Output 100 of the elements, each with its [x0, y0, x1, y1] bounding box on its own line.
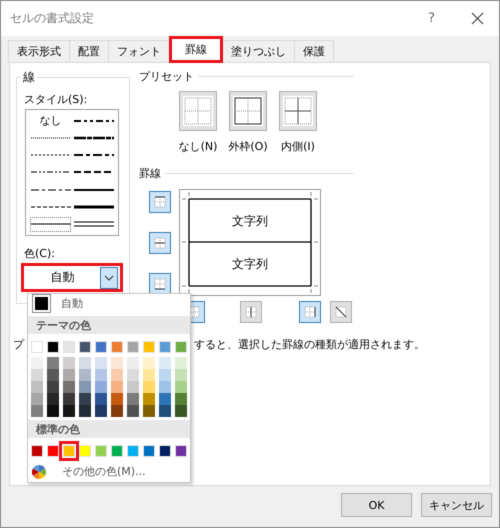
tab[interactable]: 表示形式 [8, 40, 70, 62]
color-swatch[interactable] [31, 405, 43, 417]
color-swatch[interactable] [175, 369, 187, 381]
color-swatch[interactable] [95, 393, 107, 405]
color-swatch[interactable] [47, 393, 59, 405]
color-swatch[interactable] [47, 341, 59, 353]
color-swatch[interactable] [111, 393, 123, 405]
chevron-down-icon[interactable] [100, 266, 118, 288]
line-style-option[interactable]: なし [29, 112, 72, 130]
color-swatch[interactable] [175, 357, 187, 369]
border-button[interactable] [330, 301, 352, 323]
color-swatch[interactable] [79, 445, 91, 457]
color-swatch[interactable] [47, 381, 59, 393]
color-swatch[interactable] [159, 445, 171, 457]
color-swatch[interactable] [79, 369, 91, 381]
color-swatch[interactable] [127, 405, 139, 417]
close-icon[interactable] [471, 12, 484, 25]
color-swatch[interactable] [159, 341, 171, 353]
color-swatch[interactable] [95, 445, 107, 457]
color-swatch[interactable] [127, 357, 139, 369]
border-button[interactable] [240, 301, 262, 323]
color-swatch[interactable] [175, 381, 187, 393]
color-swatch[interactable] [159, 381, 171, 393]
color-swatch[interactable] [111, 357, 123, 369]
color-swatch[interactable] [127, 393, 139, 405]
color-swatch[interactable] [63, 393, 75, 405]
color-wheel-icon [32, 464, 46, 478]
border-button[interactable] [149, 273, 171, 295]
color-swatch[interactable] [175, 393, 187, 405]
color-swatch[interactable] [47, 445, 59, 457]
color-swatch[interactable] [175, 405, 187, 417]
color-swatch[interactable] [31, 341, 43, 353]
color-swatch[interactable] [31, 393, 43, 405]
color-swatch[interactable] [111, 341, 123, 353]
color-swatch[interactable] [31, 381, 43, 393]
color-swatch[interactable] [143, 369, 155, 381]
help-button[interactable]: ? [428, 11, 435, 26]
color-swatch[interactable] [143, 405, 155, 417]
color-swatch[interactable] [47, 405, 59, 417]
color-swatch[interactable] [95, 357, 107, 369]
line-style-icon [74, 205, 114, 210]
tab[interactable]: 保護 [294, 40, 334, 62]
automatic-color-option[interactable]: 自動 [28, 294, 190, 313]
color-swatch[interactable] [111, 405, 123, 417]
border-button[interactable] [149, 191, 171, 213]
color-swatch[interactable] [143, 341, 155, 353]
color-swatch[interactable] [159, 357, 171, 369]
color-swatch[interactable] [31, 445, 43, 457]
color-swatch[interactable] [143, 381, 155, 393]
color-swatch[interactable] [79, 357, 91, 369]
color-swatch[interactable] [63, 369, 75, 381]
color-swatch[interactable] [111, 445, 123, 457]
dialog-button[interactable]: OK [341, 493, 412, 517]
color-swatch[interactable] [79, 341, 91, 353]
color-swatch[interactable] [47, 369, 59, 381]
dialog-button[interactable]: キャンセル [421, 493, 492, 517]
color-swatch[interactable] [127, 445, 139, 457]
color-swatch[interactable] [159, 369, 171, 381]
more-colors-option[interactable]: その他の色(M)... [28, 464, 190, 479]
color-swatch[interactable] [95, 381, 107, 393]
line-style-icon [74, 136, 114, 140]
color-swatch[interactable] [95, 341, 107, 353]
border-button[interactable] [299, 301, 321, 323]
color-swatch[interactable] [63, 341, 75, 353]
color-swatch[interactable] [31, 357, 43, 369]
preset-label: なし(N) [178, 139, 218, 154]
color-swatch[interactable] [63, 357, 75, 369]
preset-button[interactable] [229, 91, 267, 131]
line-style-option[interactable] [29, 216, 72, 233]
color-swatch[interactable] [159, 405, 171, 417]
color-swatch[interactable] [95, 369, 107, 381]
color-swatch[interactable] [175, 445, 187, 457]
border-icon [244, 305, 258, 319]
color-swatch[interactable] [127, 341, 139, 353]
color-swatch[interactable] [95, 405, 107, 417]
color-swatch[interactable] [143, 357, 155, 369]
color-swatch[interactable] [79, 393, 91, 405]
color-swatch[interactable] [79, 381, 91, 393]
color-swatch[interactable] [175, 341, 187, 353]
color-swatch[interactable] [143, 445, 155, 457]
tab[interactable]: 罫線 [169, 36, 223, 63]
color-swatch[interactable] [159, 393, 171, 405]
color-swatch[interactable] [127, 369, 139, 381]
color-swatch[interactable] [111, 369, 123, 381]
color-swatch[interactable] [47, 357, 59, 369]
color-swatch[interactable] [63, 405, 75, 417]
color-swatch[interactable] [127, 381, 139, 393]
color-swatch[interactable] [143, 393, 155, 405]
section-title: 罫線 [139, 166, 161, 181]
color-dropdown[interactable]: 自動 [21, 263, 123, 292]
border-icon [334, 305, 348, 319]
color-swatch[interactable] [111, 381, 123, 393]
border-preview[interactable]: 文字列 文字列 [179, 189, 321, 296]
color-swatch[interactable] [79, 405, 91, 417]
preset-button[interactable] [279, 91, 317, 131]
line-style-icon [30, 170, 70, 174]
preview-text: 文字列 [232, 214, 268, 228]
color-swatch[interactable] [63, 381, 75, 393]
border-button[interactable] [149, 232, 171, 254]
color-swatch[interactable] [31, 369, 43, 381]
